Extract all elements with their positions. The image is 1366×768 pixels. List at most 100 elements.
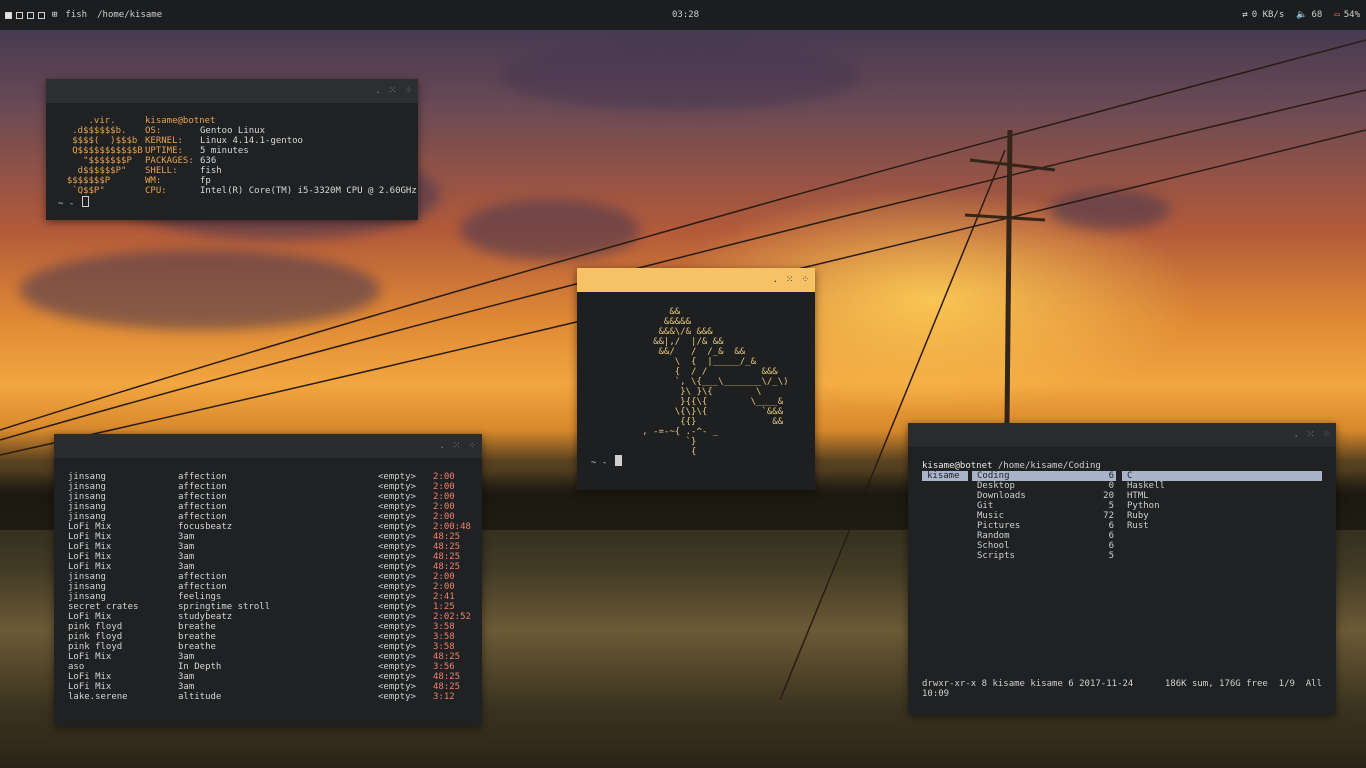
workspace-2-indicator[interactable] xyxy=(16,11,23,19)
track-row[interactable]: pink floyd breathe <empty> 3:58 xyxy=(68,642,471,652)
track-title: focusbeatz xyxy=(178,522,233,532)
track-duration: 48:25 xyxy=(433,532,461,542)
track-artist: LoFi Mix xyxy=(68,522,112,532)
track-duration: 3:58 xyxy=(433,642,455,652)
track-row[interactable]: jinsang affection <empty> 2:00 xyxy=(68,482,471,492)
maximize-icon[interactable]: ⁙ xyxy=(389,86,397,96)
ranger-file-manager-window[interactable]: . ⁙ ⁘ kisame@botnet /home/kisame/Coding ki… xyxy=(908,423,1336,715)
dir-item[interactable]: Random 6 xyxy=(972,531,1116,541)
volume-indicator[interactable]: 🔈 68 xyxy=(1296,10,1322,20)
track-title: affection xyxy=(178,582,227,592)
window-titlebar[interactable]: . ⁙ ⁘ xyxy=(54,434,482,458)
track-row[interactable]: LoFi Mix 3am <empty> 48:25 xyxy=(68,682,471,692)
music-player-window[interactable]: . ⁙ ⁘ jinsang affection <empty> 2:00 jinsang af… xyxy=(54,434,482,726)
track-row[interactable]: secret crates springtime stroll <empty> 1:2… xyxy=(68,602,471,612)
ascii-art-line: \ { |_____/_& xyxy=(626,357,757,367)
minimize-icon[interactable]: . xyxy=(772,275,777,285)
dir-name: Scripts xyxy=(977,551,1015,561)
track-row[interactable]: LoFi Mix 3am <empty> 48:25 xyxy=(68,552,471,562)
workspace-4-indicator[interactable] xyxy=(38,11,45,19)
track-row[interactable]: LoFi Mix 3am <empty> 48:25 xyxy=(68,562,471,572)
track-title: breathe xyxy=(178,642,216,652)
preview-item[interactable]: Rust xyxy=(1122,521,1322,531)
track-artist: LoFi Mix xyxy=(68,552,112,562)
dir-item[interactable]: Coding 6 xyxy=(972,471,1116,481)
track-row[interactable]: LoFi Mix 3am <empty> 48:25 xyxy=(68,542,471,552)
track-album: <empty> xyxy=(378,632,416,642)
window-titlebar[interactable]: . ⁙ ⁘ xyxy=(908,423,1336,447)
cursor xyxy=(614,455,622,466)
minimize-icon[interactable]: . xyxy=(1293,430,1298,440)
track-row[interactable]: LoFi Mix 3am <empty> 48:25 xyxy=(68,532,471,542)
info-row: UPTIME: 5 minutes xyxy=(145,146,417,156)
info-key: CPU: xyxy=(145,186,167,196)
neofetch-terminal-window[interactable]: . ⁙ ⁘ .vir. .d$$$$$$b. $$$$( )$$$b Q$$$$$$… xyxy=(46,79,418,220)
track-title: affection xyxy=(178,492,227,502)
track-row[interactable]: aso In Depth <empty> 3:56 xyxy=(68,662,471,672)
ascii-art-terminal-window[interactable]: . ⁙ ⁘ && &&&&& &&&\/& &&& &&|,/ |/& && &&/… xyxy=(577,268,815,490)
preview-item[interactable]: Ruby xyxy=(1122,511,1322,521)
info-row: PACKAGES: 636 xyxy=(145,156,417,166)
dir-item[interactable]: Desktop 0 xyxy=(972,481,1116,491)
track-row[interactable]: jinsang affection <empty> 2:00 xyxy=(68,472,471,482)
track-row[interactable]: LoFi Mix 3am <empty> 48:25 xyxy=(68,652,471,662)
ascii-art-line: `} xyxy=(626,437,697,447)
track-duration: 3:56 xyxy=(433,662,455,672)
track-row[interactable]: lake.serene altitude <empty> 3:12 xyxy=(68,692,471,702)
info-key: PACKAGES: xyxy=(145,156,194,166)
dir-count: 0 xyxy=(1108,481,1114,491)
preview-item[interactable]: Python xyxy=(1122,501,1322,511)
track-title: affection xyxy=(178,472,227,482)
dir-name: Music xyxy=(977,511,1005,521)
minimize-icon[interactable]: . xyxy=(439,441,444,451)
track-row[interactable]: jinsang affection <empty> 2:00 xyxy=(68,502,471,512)
preview-item[interactable]: Haskell xyxy=(1122,481,1322,491)
preview-item[interactable]: C xyxy=(1122,471,1322,481)
dir-item[interactable]: Downloads 20 xyxy=(972,491,1116,501)
maximize-icon[interactable]: ⁙ xyxy=(453,441,461,451)
shell-prompt[interactable]: ~ - xyxy=(58,196,89,209)
dir-item[interactable]: Git 5 xyxy=(972,501,1116,511)
track-row[interactable]: pink floyd breathe <empty> 3:58 xyxy=(68,622,471,632)
parent-dir-item[interactable]: kisame xyxy=(922,471,968,481)
track-artist: LoFi Mix xyxy=(68,652,112,662)
workspace-3-indicator[interactable] xyxy=(27,11,34,19)
battery-icon: ▭ xyxy=(1334,10,1340,20)
dir-item[interactable]: School 6 xyxy=(972,541,1116,551)
track-artist: jinsang xyxy=(68,472,106,482)
info-key: SHELL: xyxy=(145,166,178,176)
minimize-icon[interactable]: . xyxy=(375,86,380,96)
tiling-layout-icon[interactable]: ⊞ xyxy=(52,10,57,20)
maximize-icon[interactable]: ⁙ xyxy=(786,275,794,285)
dir-item[interactable]: Music 72 xyxy=(972,511,1116,521)
track-row[interactable]: jinsang affection <empty> 2:00 xyxy=(68,572,471,582)
track-album: <empty> xyxy=(378,612,416,622)
maximize-icon[interactable]: ⁙ xyxy=(1307,430,1315,440)
dir-item[interactable]: Pictures 6 xyxy=(972,521,1116,531)
track-title: altitude xyxy=(178,692,222,702)
track-album: <empty> xyxy=(378,502,416,512)
track-artist: jinsang xyxy=(68,482,106,492)
track-row[interactable]: pink floyd breathe <empty> 3:58 xyxy=(68,632,471,642)
track-row[interactable]: LoFi Mix 3am <empty> 48:25 xyxy=(68,672,471,682)
track-row[interactable]: jinsang affection <empty> 2:00 xyxy=(68,582,471,592)
preview-item[interactable]: HTML xyxy=(1122,491,1322,501)
track-row[interactable]: LoFi Mix studybeatz <empty> 2:02:52 xyxy=(68,612,471,622)
track-row[interactable]: jinsang affection <empty> 2:00 xyxy=(68,512,471,522)
close-icon[interactable]: ⁘ xyxy=(468,441,476,451)
preview-name: Python xyxy=(1127,501,1160,511)
close-icon[interactable]: ⁘ xyxy=(1322,430,1330,440)
track-title: affection xyxy=(178,572,227,582)
window-titlebar[interactable]: . ⁙ ⁘ xyxy=(46,79,418,103)
shell-prompt[interactable]: ~ - xyxy=(591,455,622,468)
track-row[interactable]: LoFi Mix focusbeatz <empty> 2:00:48 xyxy=(68,522,471,532)
track-row[interactable]: jinsang affection <empty> 2:00 xyxy=(68,492,471,502)
close-icon[interactable]: ⁘ xyxy=(801,275,809,285)
close-icon[interactable]: ⁘ xyxy=(404,86,412,96)
workspace-1-indicator[interactable] xyxy=(5,11,12,19)
dir-name: Pictures xyxy=(977,521,1021,531)
track-row[interactable]: jinsang feelings <empty> 2:41 xyxy=(68,592,471,602)
window-titlebar[interactable]: . ⁙ ⁘ xyxy=(577,268,815,292)
dir-item[interactable]: Scripts 5 xyxy=(972,551,1116,561)
track-duration: 2:00 xyxy=(433,582,455,592)
